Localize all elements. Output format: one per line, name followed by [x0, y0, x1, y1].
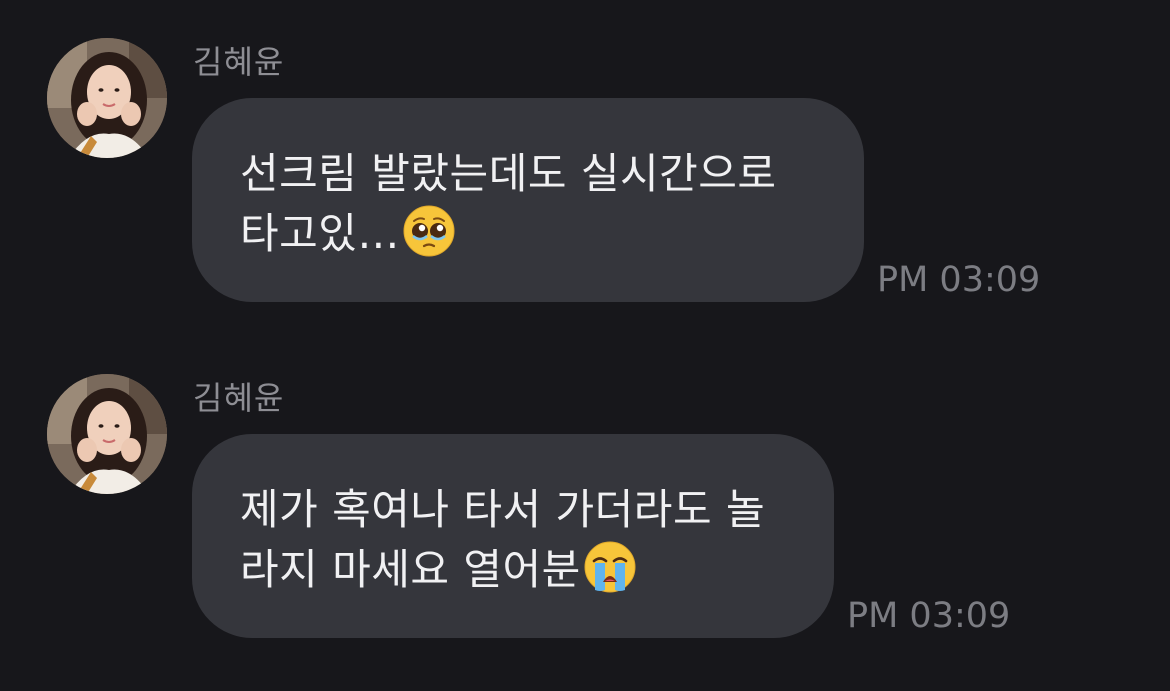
loudly-crying-face-icon	[583, 540, 637, 610]
message-bubble[interactable]: 선크림 발랐는데도 실시간으로 타고있…	[192, 98, 864, 302]
timestamp: PM 03:09	[877, 260, 1041, 300]
message-line: 선크림 발랐는데도 실시간으로	[240, 149, 777, 198]
message-line-with-emoji: 라지 마세요 열어분	[240, 540, 786, 610]
sender-name: 김혜윤	[193, 379, 285, 417]
message-line-text: 라지 마세요 열어분	[240, 545, 581, 594]
message-line-with-emoji: 타고있…	[240, 204, 816, 274]
message-line-text: 타고있…	[240, 209, 400, 258]
timestamp: PM 03:09	[847, 596, 1011, 636]
avatar[interactable]	[47, 38, 167, 158]
message-bubble[interactable]: 제가 혹여나 타서 가더라도 놀 라지 마세요 열어분	[192, 434, 834, 638]
avatar[interactable]	[47, 374, 167, 494]
message-line: 제가 혹여나 타서 가더라도 놀	[240, 485, 766, 534]
pleading-face-icon	[402, 204, 456, 274]
sender-name: 김혜윤	[193, 43, 285, 81]
chat-view: 김혜윤 선크림 발랐는데도 실시간으로 타고있… PM 03:09 김혜윤 제가…	[0, 0, 1170, 691]
